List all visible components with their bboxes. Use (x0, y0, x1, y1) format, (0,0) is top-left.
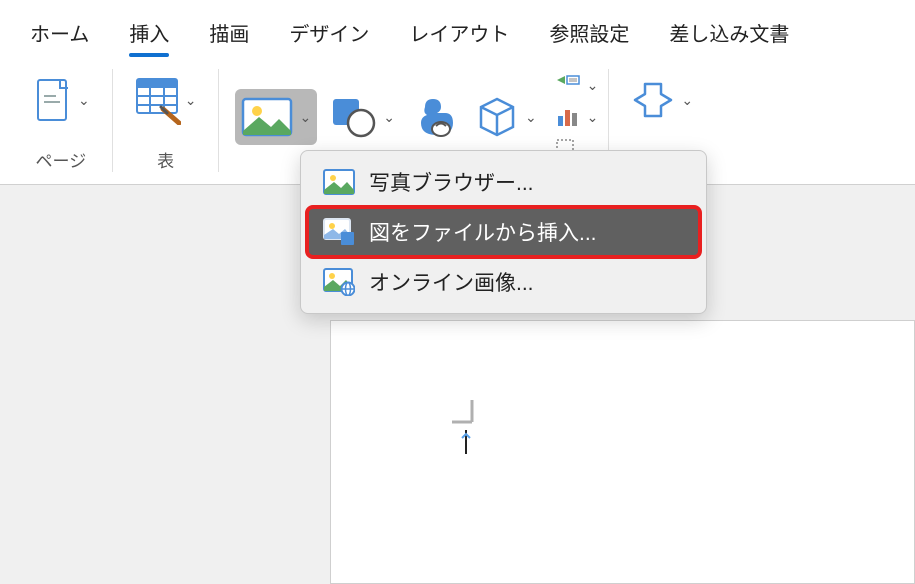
chart-button[interactable]: ⌄ (555, 102, 601, 132)
chevron-down-icon: ⌄ (523, 109, 539, 126)
group-tables: ⌄ 表 (113, 69, 220, 172)
3d-models-button[interactable]: ⌄ (469, 89, 543, 145)
icons-button[interactable] (407, 89, 463, 145)
document-page[interactable] (330, 320, 915, 584)
table-icon (133, 75, 181, 125)
ribbon-tabs: ホーム 挿入 描画 デザイン レイアウト 参照設定 差し込み文書 (0, 0, 915, 57)
tab-references[interactable]: 参照設定 (529, 10, 649, 57)
group-pages: ⌄ ページ (10, 69, 113, 172)
chevron-down-icon: ⌄ (183, 92, 199, 109)
chevron-down-icon: ⌄ (585, 109, 601, 126)
group-label-tables: 表 (157, 147, 174, 172)
chevron-down-icon: ⌄ (76, 92, 92, 109)
online-pictures-icon (323, 268, 355, 296)
chart-icon (555, 106, 581, 128)
chevron-down-icon: ⌄ (585, 77, 601, 94)
addins-icon (629, 76, 677, 124)
text-cursor (452, 400, 492, 465)
menu-photo-browser[interactable]: 写真ブラウザー... (307, 157, 700, 207)
page-icon (30, 76, 74, 124)
chevron-down-icon: ⌄ (381, 109, 397, 126)
shapes-button[interactable]: ⌄ (323, 89, 401, 145)
tab-insert[interactable]: 挿入 (109, 10, 189, 57)
menu-label: 図をファイルから挿入... (369, 217, 597, 247)
chevron-down-icon: ⌄ (679, 92, 695, 109)
pictures-button[interactable]: ⌄ (235, 89, 317, 145)
pictures-dropdown: 写真ブラウザー... 図をファイルから挿入... オンライン画像... (300, 150, 707, 314)
menu-label: オンライン画像... (369, 267, 534, 297)
tab-home[interactable]: ホーム (10, 10, 109, 57)
cube-icon (473, 93, 521, 141)
table-button[interactable]: ⌄ (129, 71, 203, 129)
photo-browser-icon (323, 168, 355, 196)
tab-layout[interactable]: レイアウト (389, 10, 529, 57)
group-label-pages: ページ (36, 147, 87, 172)
picture-icon (239, 93, 295, 141)
menu-label: 写真ブラウザー... (369, 167, 534, 197)
smartart-button[interactable]: ⌄ (555, 70, 601, 100)
tab-design[interactable]: デザイン (269, 10, 389, 57)
duck-icon (411, 93, 459, 141)
picture-from-file-icon (323, 218, 355, 246)
addins-button[interactable]: ⌄ (625, 72, 699, 128)
shapes-icon (327, 93, 379, 141)
menu-picture-from-file[interactable]: 図をファイルから挿入... (307, 207, 700, 257)
menu-online-pictures[interactable]: オンライン画像... (307, 257, 700, 307)
pages-button[interactable]: ⌄ (26, 72, 96, 128)
tab-draw[interactable]: 描画 (189, 10, 269, 57)
tab-mailings[interactable]: 差し込み文書 (649, 10, 809, 57)
chevron-down-icon: ⌄ (297, 109, 313, 126)
smartart-icon (555, 74, 581, 96)
